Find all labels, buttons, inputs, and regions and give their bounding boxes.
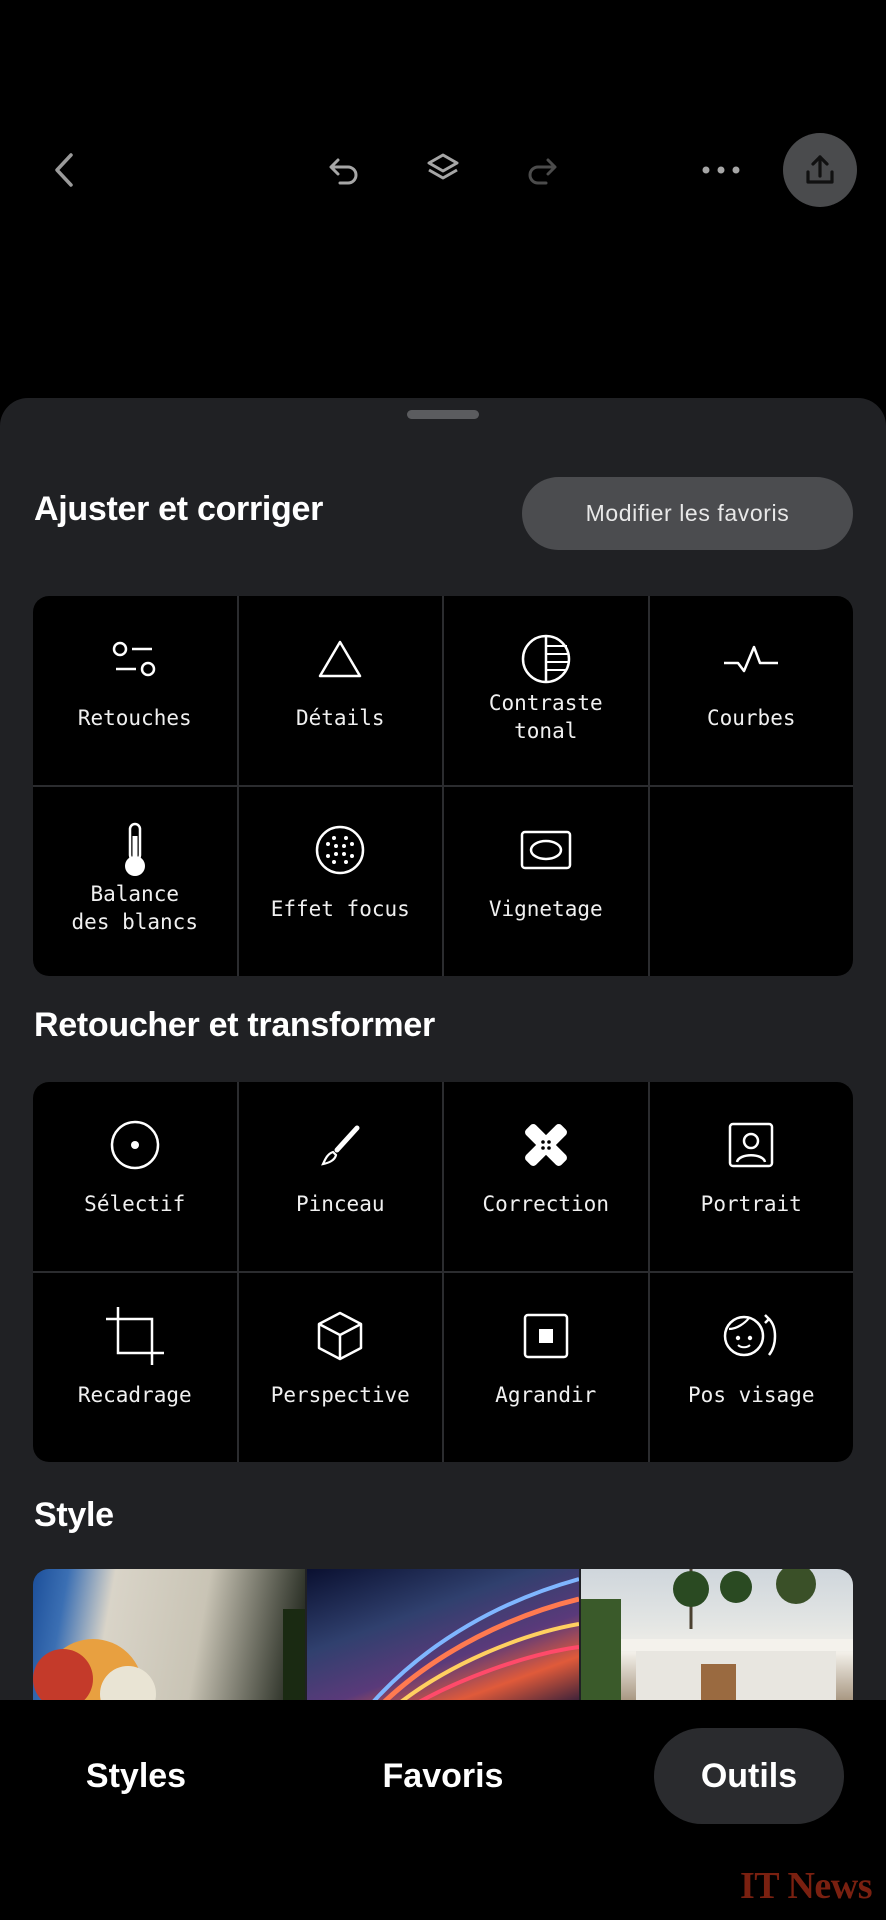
- nav-tab-favoris[interactable]: Favoris: [343, 1728, 543, 1824]
- tool-contraste-tonal[interactable]: Contraste tonal: [444, 596, 648, 785]
- tool-recadrage[interactable]: Recadrage: [33, 1273, 237, 1462]
- tool-label: Courbes: [706, 706, 796, 730]
- tool-label: Effet focus: [270, 897, 410, 921]
- tool-pinceau[interactable]: Pinceau: [238, 1082, 442, 1271]
- brush-icon: [321, 1125, 360, 1166]
- redo-button[interactable]: [516, 144, 568, 196]
- chevron-left-icon: [55, 153, 73, 187]
- tool-selectif[interactable]: Sélectif: [33, 1082, 237, 1271]
- style-thumbnail[interactable]: [307, 1569, 580, 1700]
- tool-label: Pinceau: [295, 1192, 385, 1216]
- portrait-icon: [729, 1122, 774, 1168]
- tool-label: Sélectif: [84, 1192, 186, 1216]
- share-upload-icon: [806, 155, 834, 184]
- tool-label: Recadrage: [77, 1383, 192, 1407]
- style-thumbnail-image: [581, 1569, 853, 1700]
- edit-favorites-button[interactable]: Modifier les favoris: [522, 477, 853, 550]
- tools-sheet: Ajuster et corriger Modifier les favoris…: [0, 398, 886, 1700]
- watermark-logo: IT News: [740, 1865, 873, 1907]
- cube-icon: [318, 1311, 363, 1361]
- redo-icon: [528, 158, 557, 185]
- style-thumbnail-image: [33, 1609, 305, 1700]
- tonal-contrast-icon: [521, 634, 570, 684]
- tool-label: Vignetage: [488, 897, 603, 921]
- tool-balance-blancs[interactable]: Balance des blancs: [33, 787, 237, 976]
- target-icon: [110, 1120, 159, 1170]
- tool-correction[interactable]: Correction: [444, 1082, 648, 1271]
- more-horizontal-icon: [702, 166, 740, 174]
- vignette-icon: [520, 830, 571, 870]
- expand-square-icon: [523, 1313, 568, 1359]
- top-toolbar: [0, 0, 886, 340]
- tool-label: Portrait: [700, 1192, 802, 1216]
- export-button[interactable]: [783, 133, 857, 207]
- face-rotate-icon: [724, 1314, 777, 1357]
- tool-portrait[interactable]: Portrait: [649, 1082, 853, 1271]
- tool-agrandir[interactable]: Agrandir: [444, 1273, 648, 1462]
- style-thumbnail-image: [372, 1577, 580, 1700]
- sheet-drag-handle[interactable]: [407, 410, 479, 419]
- more-options-button[interactable]: [696, 148, 746, 192]
- empty-cell: [649, 787, 853, 976]
- nav-tab-outils[interactable]: Outils: [654, 1728, 844, 1824]
- bottom-navigation: Styles Favoris Outils IT News: [0, 1700, 886, 1920]
- section-title-style: Style: [34, 1496, 114, 1534]
- curves-icon: [724, 645, 779, 673]
- adjust-tools-grid: Retouches Détails Contraste tonal Courbe…: [33, 596, 853, 976]
- tool-label: Retouches: [77, 706, 192, 730]
- style-thumbnail[interactable]: [33, 1569, 305, 1700]
- tool-label: Correction: [482, 1192, 609, 1216]
- focus-dots-icon: [316, 825, 365, 875]
- triangle-icon: [319, 640, 362, 678]
- tool-perspective[interactable]: Perspective: [238, 1273, 442, 1462]
- style-thumbnails: [33, 1569, 853, 1700]
- tool-effet-focus[interactable]: Effet focus: [238, 787, 442, 976]
- tool-vignetage[interactable]: Vignetage: [444, 787, 648, 976]
- tool-details[interactable]: Détails: [238, 596, 442, 785]
- sliders-icon: [112, 641, 155, 677]
- crop-icon: [105, 1307, 164, 1365]
- back-button[interactable]: [40, 140, 88, 200]
- tool-label: Contraste tonal: [488, 691, 603, 743]
- tool-pos-visage[interactable]: Pos visage: [649, 1273, 853, 1462]
- undo-button[interactable]: [318, 144, 370, 196]
- bandage-icon: [524, 1124, 567, 1166]
- style-thumbnail[interactable]: [581, 1569, 853, 1700]
- layers-button[interactable]: [417, 144, 469, 196]
- nav-tab-styles[interactable]: Styles: [36, 1728, 236, 1824]
- tool-label: Balance des blancs: [71, 882, 198, 934]
- tool-label: Perspective: [270, 1383, 410, 1407]
- section-title-retouch: Retoucher et transformer: [34, 1006, 435, 1044]
- layers-icon: [427, 153, 459, 180]
- tool-retouches[interactable]: Retouches: [33, 596, 237, 785]
- undo-icon: [329, 158, 358, 185]
- tool-label: Détails: [295, 706, 385, 730]
- thermometer-icon: [124, 822, 145, 876]
- tool-label: Pos visage: [688, 1383, 815, 1407]
- retouch-tools-grid: Sélectif Pinceau Correction Portrait Rec…: [33, 1082, 853, 1462]
- section-title-adjust: Ajuster et corriger: [34, 490, 324, 528]
- tool-label: Agrandir: [495, 1383, 597, 1407]
- tool-courbes[interactable]: Courbes: [649, 596, 853, 785]
